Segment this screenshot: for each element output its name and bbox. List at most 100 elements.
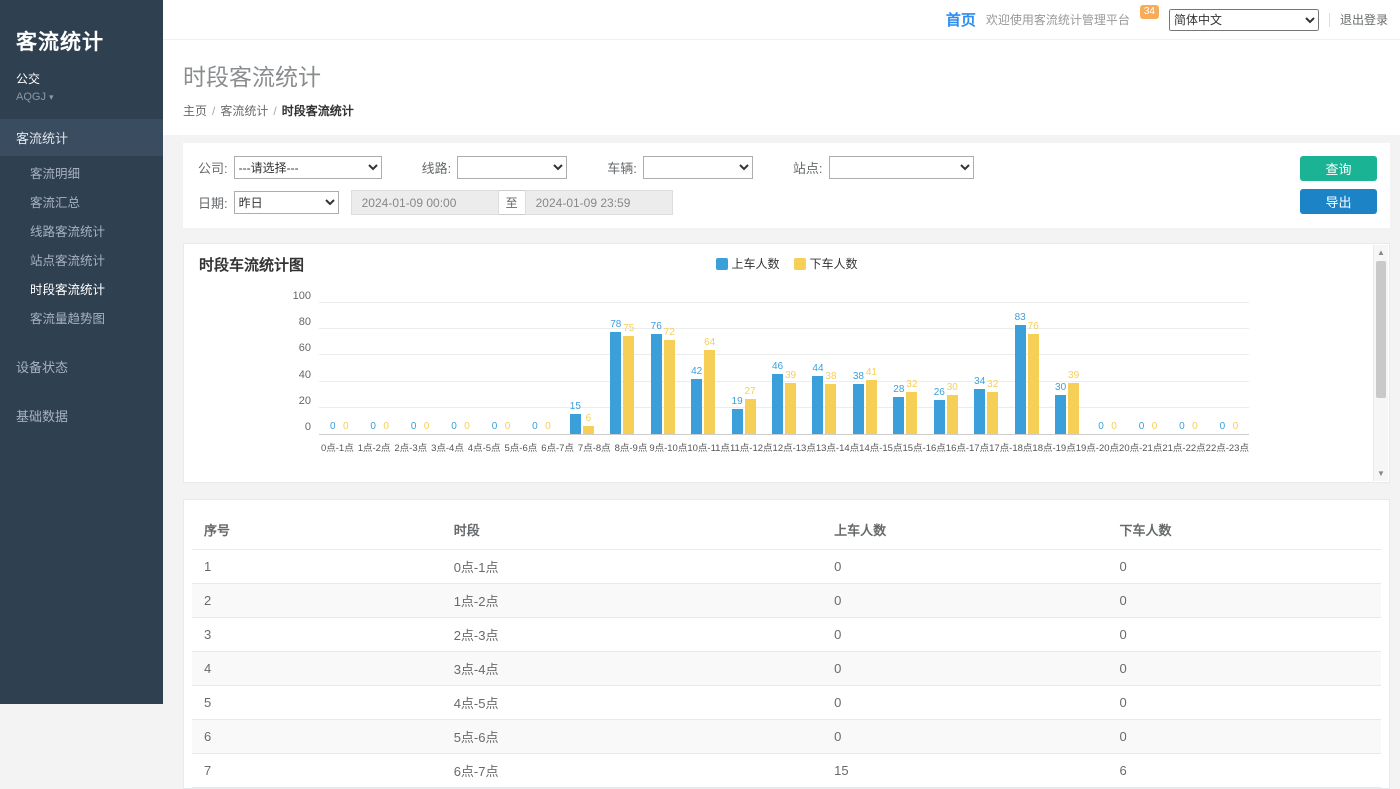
y-axis-tick-label: 60 [299,342,311,354]
bar[interactable] [987,392,998,434]
scroll-up-arrow-icon[interactable]: ▲ [1374,245,1388,260]
bar-wrap: 42 [691,303,702,434]
bar-wrap: 0 [381,303,392,434]
bar[interactable] [853,384,864,434]
y-axis-tick-label: 80 [299,316,311,328]
scroll-down-arrow-icon[interactable]: ▼ [1374,466,1388,481]
station-select[interactable] [829,156,974,179]
bar[interactable] [906,392,917,434]
chart-scrollbar[interactable]: ▲ ▼ [1373,245,1388,481]
table-header-row: 序号时段上车人数下车人数 [192,510,1381,550]
bar[interactable] [947,395,958,434]
bar-value-label: 46 [772,362,783,372]
table-header-cell: 上车人数 [822,510,1107,550]
bar[interactable] [1068,383,1079,434]
scrollbar-thumb[interactable] [1376,261,1386,398]
sidebar-item[interactable]: 客流量趋势图 [0,303,163,332]
table-cell: 0 [1108,618,1381,652]
table-cell: 0 [1108,584,1381,618]
vehicle-filter: 车辆: [607,156,753,179]
legend-item[interactable]: 下车人数 [794,255,858,272]
station-filter: 站点: [793,156,974,179]
table-header-cell: 时段 [442,510,822,550]
sidebar-item[interactable]: 客流明细 [0,158,163,187]
bar-group: 00 [440,303,480,434]
bar[interactable] [785,383,796,434]
sidebar-section[interactable]: 基础数据 [0,395,163,436]
chart-panel: 时段车流统计图 上车人数下车人数 02040608010000000000000… [183,243,1390,483]
bar[interactable] [812,376,823,434]
company-select[interactable]: ---请选择--- [234,156,382,179]
x-axis-category-label: 17点-18点 [989,440,1032,454]
language-select[interactable]: 简体中文 [1169,9,1319,31]
export-button[interactable]: 导出 [1300,189,1377,214]
query-button[interactable]: 查询 [1300,156,1377,181]
bar[interactable] [691,379,702,434]
bar[interactable] [732,409,743,434]
bar[interactable] [583,426,594,434]
breadcrumb-item[interactable]: 客流统计 [220,104,268,118]
table-cell: 6点-7点 [442,754,822,788]
bar[interactable] [772,374,783,434]
sidebar-section[interactable]: 设备状态 [0,346,163,387]
date-preset-select[interactable]: 昨日 [234,191,339,214]
line-select[interactable] [457,156,567,179]
breadcrumb-item[interactable]: 主页 [183,104,207,118]
account-dropdown[interactable]: AQGJ▾ [16,91,147,103]
action-buttons: 查询 导出 [1300,156,1377,214]
bar[interactable] [570,414,581,434]
bar[interactable] [610,332,621,434]
bar-group: 00 [1168,303,1208,434]
bar-value-label: 41 [866,368,877,378]
table-cell: 2点-3点 [442,618,822,652]
bar-wrap: 30 [947,303,958,434]
x-axis-category-label: 16点-17点 [946,440,989,454]
bar[interactable] [934,400,945,434]
bar[interactable] [623,336,634,434]
logout-link[interactable]: 退出登录 [1340,11,1388,28]
bar-value-label: 76 [1028,322,1039,332]
bar-wrap: 46 [772,303,783,434]
notification-badge[interactable]: 34 [1140,5,1159,19]
bar-value-label: 30 [1055,383,1066,393]
bar[interactable] [866,380,877,434]
table-cell: 2 [192,584,442,618]
x-axis-category-label: 10点-11点 [687,440,730,454]
bar[interactable] [1028,334,1039,434]
x-axis-category-label: 7点-8点 [576,440,613,454]
bar[interactable] [893,397,904,434]
sidebar-item[interactable]: 站点客流统计 [0,245,163,274]
bar[interactable] [664,340,675,434]
sidebar-section[interactable]: 客流统计 [0,119,163,156]
x-axis-category-label: 13点-14点 [816,440,859,454]
sidebar-item[interactable]: 客流汇总 [0,187,163,216]
bar-value-label: 72 [664,328,675,338]
sidebar-item[interactable]: 时段客流统计 [0,274,163,303]
vehicle-select[interactable] [643,156,753,179]
table-cell: 0 [822,618,1107,652]
main-area: 首页 欢迎使用客流统计管理平台 34 简体中文 退出登录 时段客流统计 主页/客… [163,0,1400,704]
bar[interactable] [1015,325,1026,434]
bar-value-label: 39 [785,371,796,381]
bar-wrap: 83 [1015,303,1026,434]
bar[interactable] [745,399,756,434]
legend-item[interactable]: 上车人数 [715,255,779,272]
x-axis-category-label: 0点-1点 [319,440,356,454]
bar[interactable] [1055,395,1066,434]
sidebar-item[interactable]: 线路客流统计 [0,216,163,245]
bar[interactable] [704,350,715,434]
app-logo: 客流统计 [0,0,163,56]
home-link[interactable]: 首页 [946,9,976,30]
legend-label: 下车人数 [810,255,858,272]
bar[interactable] [651,334,662,434]
x-axis-category-label: 2点-3点 [392,440,429,454]
end-time-input[interactable] [525,190,673,215]
table-cell: 3点-4点 [442,652,822,686]
start-time-input[interactable] [351,190,499,215]
bar[interactable] [825,384,836,434]
x-axis-category-label: 6点-7点 [539,440,576,454]
bar[interactable] [974,389,985,434]
table-row: 43点-4点00 [192,652,1381,686]
bar-wrap: 0 [1096,303,1107,434]
bar-value-label: 15 [570,402,581,412]
